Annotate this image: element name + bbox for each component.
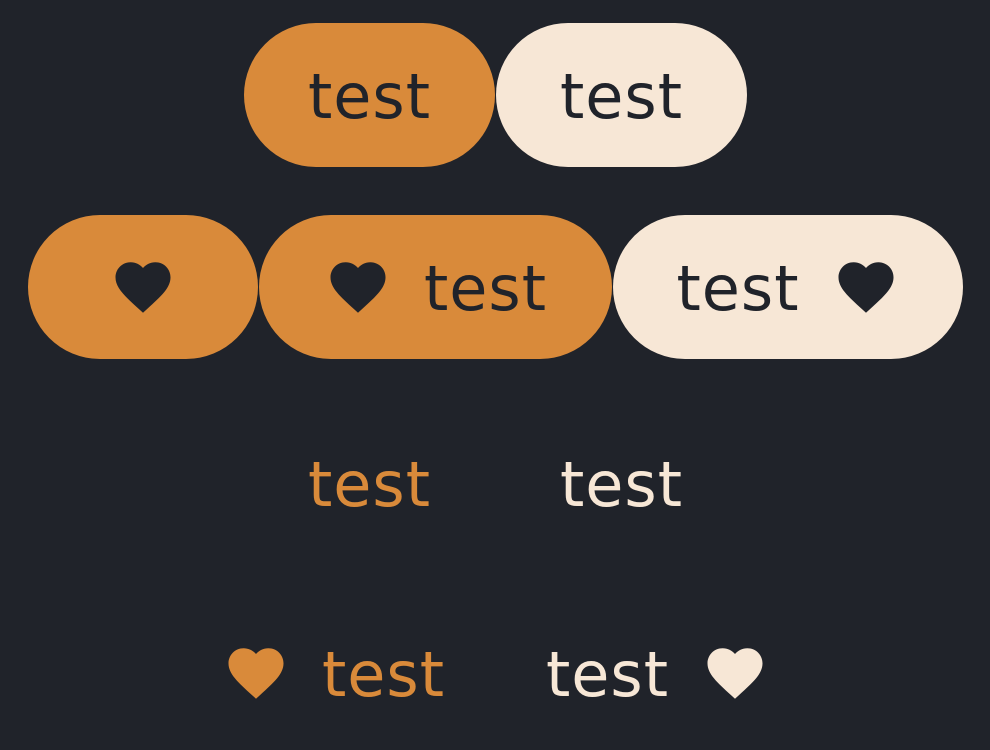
heart-icon [222,640,290,706]
filled-secondary-button[interactable]: test [496,23,747,167]
text-icon-trailing-button[interactable]: test [496,601,819,745]
button-label: test [321,638,446,711]
text-secondary-button[interactable]: test [496,411,747,555]
button-label: test [307,60,432,133]
heart-icon [701,640,769,706]
icon-leading-button[interactable]: test [259,215,612,359]
heart-icon [109,254,177,320]
button-label: test [676,252,800,325]
text-icon-leading-button[interactable]: test [172,601,495,745]
icon-only-button[interactable] [28,215,258,359]
button-label: test [559,60,684,133]
icon-trailing-button[interactable]: test [613,215,963,359]
filled-primary-button[interactable]: test [244,23,495,167]
button-label: test [545,638,670,711]
text-primary-button[interactable]: test [244,411,495,555]
heart-icon [324,254,392,320]
button-label: test [423,252,548,325]
heart-icon [832,254,900,320]
button-label: test [559,448,684,521]
button-label: test [307,448,432,521]
